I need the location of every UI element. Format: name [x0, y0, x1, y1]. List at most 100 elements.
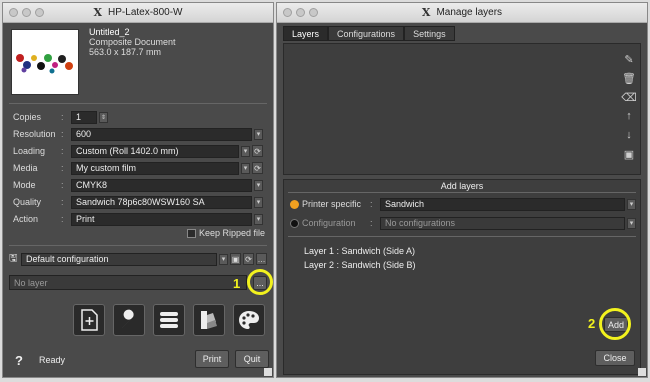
- chevron-down-icon[interactable]: ▾: [627, 198, 636, 210]
- edit-icon[interactable]: ✎: [621, 51, 637, 67]
- action-select[interactable]: Print: [71, 212, 252, 226]
- document-thumbnail: [11, 29, 79, 95]
- add-layers-panel: Add layers Printer specific : Sandwich ▾…: [283, 179, 641, 375]
- divider: [9, 245, 267, 246]
- copies-row: Copies : 1 ⇕: [13, 110, 108, 124]
- mode-label: Mode: [13, 180, 36, 190]
- list-item: Layer 1 : Sandwich (Side A): [304, 246, 416, 256]
- arrow-up-icon[interactable]: ↑: [621, 108, 637, 124]
- printer-specific-label: Printer specific: [302, 199, 362, 209]
- help-icon[interactable]: ?: [15, 353, 23, 368]
- queue-button[interactable]: [153, 304, 185, 336]
- media-select[interactable]: My custom film: [71, 161, 239, 175]
- chevron-down-icon[interactable]: ▾: [241, 145, 250, 157]
- zoom-window-button[interactable]: [35, 8, 44, 17]
- callout-number-1: 1: [233, 276, 241, 291]
- added-layers-list: Layer 1 : Sandwich (Side A) Layer 2 : Sa…: [304, 244, 416, 272]
- configuration-radio[interactable]: [290, 218, 299, 228]
- delete-all-icon[interactable]: ⌫: [621, 89, 637, 105]
- resize-grip[interactable]: [638, 368, 646, 376]
- add-layers-title: Add layers: [440, 181, 484, 191]
- copies-stepper[interactable]: ⇕: [99, 111, 108, 123]
- loading-row: Loading : Custom (Roll 1402.0 mm) ▾ ⟳: [13, 144, 263, 158]
- keep-ripped-checkbox[interactable]: [186, 228, 196, 238]
- mode-select[interactable]: CMYK8: [71, 178, 252, 192]
- doc-size: 563.0 x 187.7 mm: [89, 47, 162, 57]
- loading-label: Loading: [13, 146, 46, 156]
- window-title: HP-Latex-800-W: [108, 7, 183, 18]
- print-button[interactable]: Print: [195, 350, 229, 368]
- resize-grip[interactable]: [264, 368, 272, 376]
- more-dots-icon[interactable]: …: [256, 253, 267, 265]
- close-window-button[interactable]: [9, 8, 18, 17]
- configuration-label: Configuration: [302, 218, 356, 228]
- layer-row: No layer: [9, 275, 247, 290]
- refresh-icon[interactable]: ⟳: [252, 145, 263, 157]
- close-window-button[interactable]: [283, 8, 292, 17]
- x11-icon: X: [421, 6, 431, 19]
- layers-list[interactable]: [283, 43, 641, 175]
- callout-number-2: 2: [588, 316, 596, 331]
- wrench-icon: [122, 309, 134, 328]
- color-palette-button[interactable]: [233, 304, 265, 336]
- printer-specific-select[interactable]: Sandwich: [380, 197, 625, 211]
- list-icon: [160, 312, 178, 328]
- status-text: Ready: [39, 355, 66, 365]
- chevron-down-icon[interactable]: ▾: [254, 213, 263, 225]
- thumbnail-art: [14, 52, 76, 74]
- refresh-icon[interactable]: ⟳: [243, 253, 254, 265]
- action-row: Action : Print ▾: [13, 212, 263, 226]
- quality-select[interactable]: Sandwich 78p6c80WSW160 SA: [71, 195, 252, 209]
- window-controls: [9, 8, 44, 17]
- chevron-down-icon[interactable]: ▾: [241, 162, 250, 174]
- media-row: Media : My custom film ▾ ⟳: [13, 161, 263, 175]
- chevron-down-icon[interactable]: ▾: [219, 253, 228, 265]
- color-swatches-button[interactable]: [193, 304, 225, 336]
- resolution-select[interactable]: 600: [71, 127, 252, 141]
- loading-select[interactable]: Custom (Roll 1402.0 mm): [71, 144, 239, 158]
- keep-ripped-row: Keep Ripped file: [186, 228, 265, 238]
- tab-layers[interactable]: Layers: [283, 26, 329, 41]
- tab-configurations[interactable]: Configurations: [328, 26, 405, 41]
- close-button[interactable]: Close: [595, 350, 635, 366]
- manage-layers-window: X Manage layers Layers Configurations Se…: [276, 2, 648, 378]
- tab-settings[interactable]: Settings: [404, 26, 455, 41]
- save-icon[interactable]: ▣: [621, 146, 637, 162]
- configuration-select[interactable]: No configurations: [380, 216, 625, 230]
- printer-specific-radio[interactable]: [290, 199, 299, 209]
- print-window-titlebar[interactable]: X HP-Latex-800-W: [3, 3, 273, 23]
- document-layout-button[interactable]: [73, 304, 105, 336]
- x11-icon: X: [93, 6, 103, 19]
- doc-type: Composite Document: [89, 37, 176, 47]
- chevron-down-icon[interactable]: ▾: [254, 196, 263, 208]
- configuration-select[interactable]: Default configuration: [21, 252, 217, 266]
- zoom-window-button[interactable]: [309, 8, 318, 17]
- callout-circle-2: [599, 308, 631, 340]
- printer-specific-row: Printer specific : Sandwich ▾: [290, 197, 636, 211]
- trash-icon[interactable]: 🗑: [621, 70, 637, 86]
- window-title: Manage layers: [436, 7, 503, 18]
- configuration-row: 🖫 Default configuration ▾ ▣ ⟳ …: [9, 252, 267, 266]
- minimize-window-button[interactable]: [22, 8, 31, 17]
- mode-row: Mode : CMYK8 ▾: [13, 178, 263, 192]
- keep-ripped-label: Keep Ripped file: [198, 228, 265, 238]
- layer-field[interactable]: No layer: [9, 275, 247, 290]
- media-label: Media: [13, 163, 38, 173]
- copies-input[interactable]: 1: [71, 110, 97, 124]
- tools-button[interactable]: [113, 304, 145, 336]
- refresh-icon[interactable]: ⟳: [252, 162, 263, 174]
- swatches-icon: [201, 311, 217, 329]
- document-info: Untitled_2 Composite Document 563.0 x 18…: [89, 27, 176, 57]
- doc-name: Untitled_2: [89, 27, 130, 37]
- chevron-down-icon[interactable]: ▾: [254, 128, 263, 140]
- arrow-down-icon[interactable]: ↓: [621, 127, 637, 143]
- manage-layers-titlebar[interactable]: X Manage layers: [277, 3, 647, 23]
- quit-button[interactable]: Quit: [235, 350, 269, 368]
- divider: [9, 103, 267, 104]
- minimize-window-button[interactable]: [296, 8, 305, 17]
- document-icon: [81, 309, 98, 331]
- copies-label: Copies: [13, 112, 42, 122]
- chevron-down-icon[interactable]: ▾: [627, 217, 636, 229]
- chevron-down-icon[interactable]: ▾: [254, 179, 263, 191]
- save-config-icon[interactable]: ▣: [230, 253, 241, 265]
